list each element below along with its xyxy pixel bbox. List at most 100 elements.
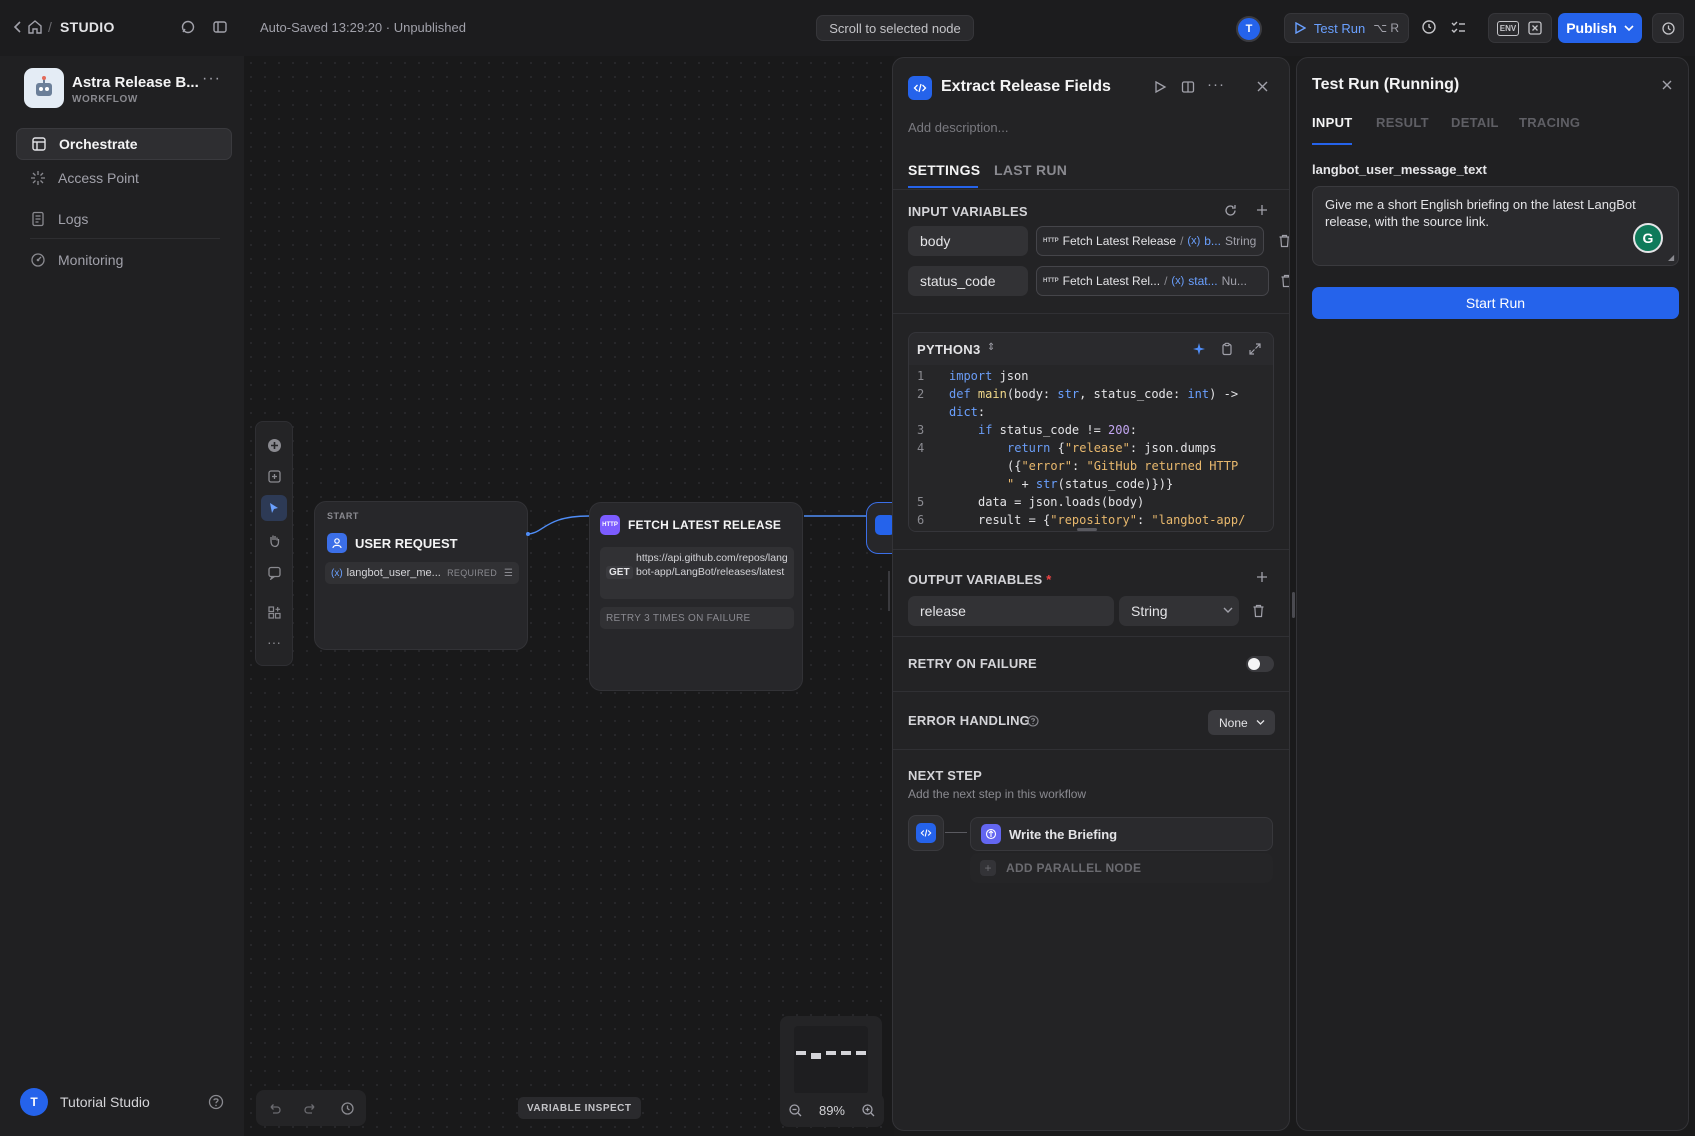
- next-node-item[interactable]: Write the Briefing: [970, 817, 1273, 851]
- description-input[interactable]: Add description...: [908, 120, 1008, 135]
- undo-icon[interactable]: [267, 1101, 282, 1116]
- error-handling-title: ERROR HANDLING: [908, 713, 1030, 728]
- sidebar-toggle-icon[interactable]: [212, 19, 228, 35]
- input-var-source-status-code[interactable]: HTTP Fetch Latest Rel... / (x) stat... N…: [1036, 266, 1269, 296]
- grammarly-icon[interactable]: G: [1633, 223, 1663, 253]
- test-run-button[interactable]: Test Run ⌥ R: [1284, 13, 1409, 43]
- tab-tracing[interactable]: TRACING: [1519, 115, 1580, 130]
- code-editor[interactable]: PYTHON3 ⇕ 1 import json 2 def main(body: s…: [908, 332, 1274, 532]
- start-output-handle[interactable]: [526, 532, 530, 536]
- close-icon[interactable]: [1661, 79, 1673, 91]
- app-type: WORKFLOW: [72, 94, 138, 105]
- node-settings-panel: Extract Release Fields ··· Add descripti…: [892, 57, 1290, 1131]
- resize-grip-icon[interactable]: ◢: [1668, 253, 1674, 262]
- output-var-type-select[interactable]: String: [1119, 596, 1239, 626]
- workspace-name[interactable]: Tutorial Studio: [60, 1094, 150, 1110]
- minimap-viewport[interactable]: [794, 1026, 868, 1094]
- run-node-icon[interactable]: [1153, 80, 1167, 94]
- output-var-type: String: [1131, 603, 1168, 619]
- retry-toggle[interactable]: [1246, 656, 1274, 672]
- zoom-level[interactable]: 89%: [819, 1103, 845, 1118]
- output-variables-title: OUTPUT VARIABLES *: [908, 572, 1052, 587]
- history-controls: [256, 1090, 366, 1126]
- app-more-icon[interactable]: ···: [202, 70, 221, 88]
- http-node-icon: HTTP: [600, 515, 620, 535]
- input-var-name-status-code[interactable]: status_code: [908, 266, 1028, 296]
- sidebar-item-monitoring[interactable]: Monitoring: [16, 244, 232, 276]
- delete-icon[interactable]: [1252, 604, 1265, 618]
- back-chevron-icon[interactable]: [12, 20, 24, 34]
- redo-icon[interactable]: [303, 1101, 318, 1116]
- add-output-icon[interactable]: [1255, 570, 1269, 584]
- user-avatar[interactable]: T: [1236, 16, 1262, 42]
- breadcrumb-studio[interactable]: STUDIO: [60, 19, 115, 35]
- output-var-name[interactable]: release: [908, 596, 1114, 626]
- panel-resize-handle[interactable]: [1292, 592, 1295, 618]
- http-request-box: GET https://api.github.com/repos/langbot…: [600, 547, 794, 599]
- add-parallel-node-button[interactable]: + ADD PARALLEL NODE: [970, 853, 1273, 883]
- env-button[interactable]: ENV: [1496, 20, 1520, 36]
- workflow-canvas[interactable]: ··· START USER REQUEST (x) langbot_user_…: [244, 56, 926, 1136]
- chevron-down-icon: [1223, 606, 1233, 614]
- section-divider: [893, 691, 1289, 692]
- language-select[interactable]: PYTHON3: [917, 342, 981, 357]
- tab-result[interactable]: RESULT: [1376, 115, 1429, 130]
- input-var-source-body[interactable]: HTTP Fetch Latest Release / (x) b... Str…: [1036, 226, 1264, 256]
- publish-label: Publish: [1566, 20, 1617, 36]
- sidebar-item-orchestrate[interactable]: Orchestrate: [16, 128, 232, 160]
- more-icon[interactable]: ···: [1207, 76, 1225, 93]
- tab-detail[interactable]: DETAIL: [1451, 115, 1499, 130]
- sidebar-item-access-point[interactable]: Access Point: [16, 162, 232, 194]
- home-icon[interactable]: [27, 19, 43, 35]
- expand-icon[interactable]: [1248, 342, 1262, 356]
- start-node[interactable]: START USER REQUEST (x) langbot_user_me..…: [314, 501, 530, 650]
- variable-inspect-button[interactable]: VARIABLE INSPECT: [518, 1097, 641, 1119]
- zoom-out-icon[interactable]: [788, 1103, 803, 1118]
- variables-icon[interactable]: [1527, 20, 1543, 36]
- select-arrows-icon: ⇕: [987, 342, 996, 353]
- help-icon[interactable]: [208, 1094, 224, 1110]
- checklist-icon[interactable]: [1450, 19, 1467, 36]
- error-handling-select[interactable]: None: [1208, 710, 1275, 735]
- minimap-node: [811, 1053, 821, 1059]
- sparkle-icon[interactable]: [1192, 342, 1206, 356]
- workspace-avatar[interactable]: T: [20, 1088, 48, 1116]
- source-var-name: stat...: [1188, 274, 1218, 288]
- http-node[interactable]: HTTP FETCH LATEST RELEASE GET https://ap…: [589, 502, 803, 691]
- code-body[interactable]: 1 import json 2 def main(body: str, status…: [909, 365, 1273, 531]
- test-run-panel: Test Run (Running) INPUT RESULT DETAIL T…: [1296, 57, 1689, 1131]
- version-history-button[interactable]: [1652, 13, 1684, 43]
- next-step-subtitle: Add the next step in this workflow: [908, 787, 1087, 801]
- minimap-node: [826, 1051, 836, 1055]
- app-avatar: [24, 68, 64, 108]
- split-view-icon[interactable]: [1181, 80, 1195, 94]
- next-step-connector: [945, 832, 967, 833]
- code-node-icon: [908, 76, 932, 100]
- tab-last-run[interactable]: LAST RUN: [994, 162, 1067, 178]
- node-title[interactable]: Extract Release Fields: [941, 78, 1111, 96]
- history-check-icon[interactable]: [1421, 19, 1438, 36]
- source-var-name: b...: [1204, 234, 1221, 248]
- refresh-icon[interactable]: [1223, 203, 1238, 218]
- zoom-in-icon[interactable]: [861, 1103, 876, 1118]
- minimap-node: [856, 1051, 866, 1055]
- add-input-icon[interactable]: [1255, 203, 1269, 217]
- scroll-to-selected-button[interactable]: Scroll to selected node: [816, 15, 974, 41]
- delete-icon[interactable]: [1278, 234, 1289, 248]
- start-run-button[interactable]: Start Run: [1312, 287, 1679, 319]
- copy-icon[interactable]: [1220, 342, 1234, 356]
- resize-handle[interactable]: [1077, 528, 1097, 531]
- sync-icon[interactable]: [180, 19, 196, 35]
- sidebar-item-logs[interactable]: Logs: [16, 203, 232, 235]
- publish-button[interactable]: Publish: [1558, 13, 1642, 43]
- close-icon[interactable]: [1256, 80, 1269, 93]
- http-url: https://api.github.com/repos/langbot-app…: [636, 552, 788, 578]
- input-var-name-body[interactable]: body: [908, 226, 1028, 256]
- tab-input[interactable]: INPUT: [1312, 115, 1353, 130]
- start-variable-row[interactable]: (x) langbot_user_me... REQUIRED ☰: [325, 562, 519, 584]
- history-icon: [1661, 21, 1676, 36]
- delete-icon[interactable]: [1280, 274, 1289, 288]
- message-textarea[interactable]: Give me a short English briefing on the …: [1312, 186, 1679, 266]
- tab-settings[interactable]: SETTINGS: [908, 162, 980, 178]
- history-icon[interactable]: [340, 1101, 355, 1116]
